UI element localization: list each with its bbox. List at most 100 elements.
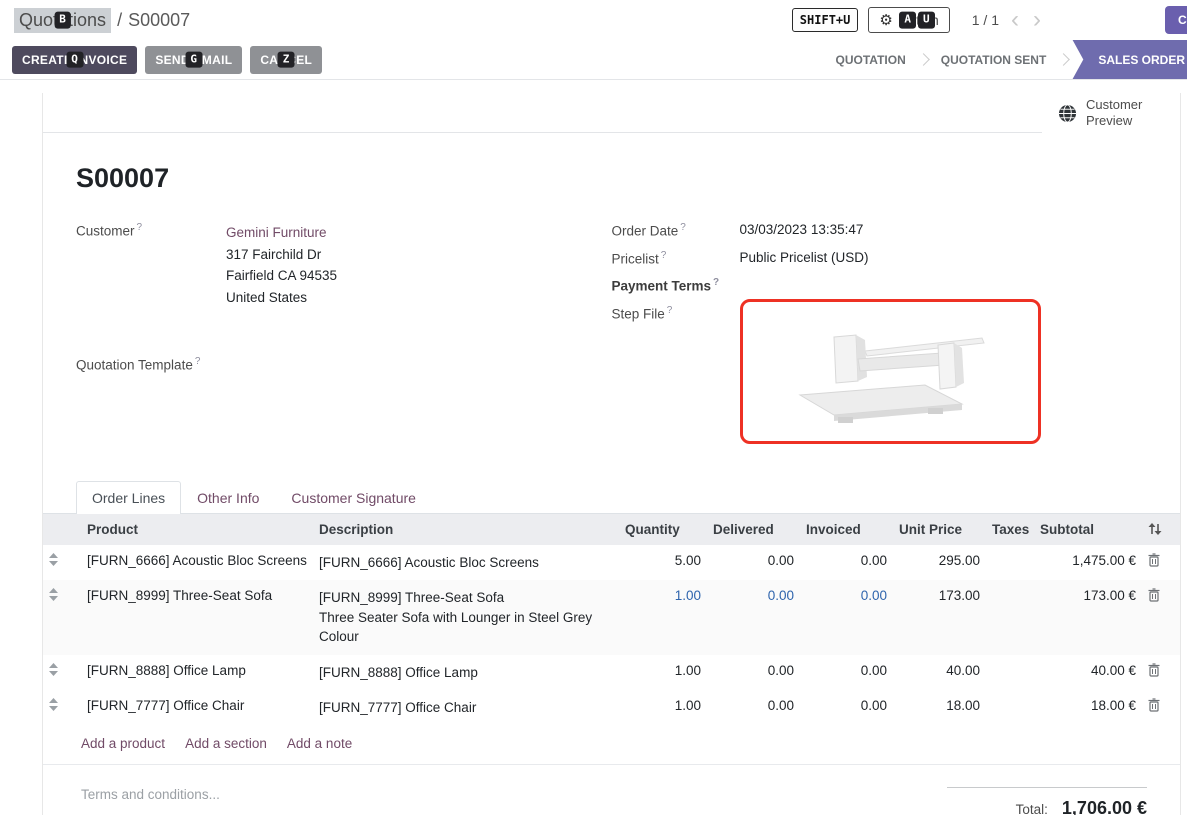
column-header-quantity[interactable]: Quantity — [619, 514, 707, 545]
stage-quotation-sent[interactable]: QUOTATION SENT — [928, 53, 1060, 67]
tab-customer-signature[interactable]: Customer Signature — [275, 481, 432, 514]
cell-taxes[interactable] — [986, 580, 1034, 655]
breadcrumb-current: S00007 — [128, 10, 190, 31]
cell-invoiced[interactable]: 0.00 — [800, 580, 893, 655]
add-section-link[interactable]: Add a section — [185, 736, 267, 751]
cell-quantity[interactable]: 1.00 — [619, 655, 707, 691]
corner-clipped-button[interactable]: Ci — [1165, 6, 1187, 34]
column-header-description[interactable]: Description — [313, 514, 619, 545]
cell-unit-price[interactable]: 40.00 — [893, 655, 986, 691]
cell-description[interactable]: [FURN_8888] Office Lamp — [313, 655, 619, 691]
step-file-3d-preview[interactable] — [770, 315, 1010, 427]
send-email-button[interactable]: SEND EMAIL G — [145, 46, 242, 74]
shortcut-badge-b: B — [54, 12, 71, 29]
add-product-link[interactable]: Add a product — [81, 736, 165, 751]
cell-delivered[interactable]: 0.00 — [707, 655, 800, 691]
field-customer: Customer? Gemini Furniture 317 Fairchild… — [76, 222, 612, 308]
quotation-template-label: Quotation Template? — [76, 356, 226, 373]
column-header-subtotal[interactable]: Subtotal — [1034, 514, 1142, 545]
help-icon: ? — [713, 277, 719, 288]
cell-product[interactable]: [FURN_8888] Office Lamp — [81, 655, 313, 691]
order-date-value[interactable]: 03/03/2023 13:35:47 — [740, 222, 864, 239]
cell-taxes[interactable] — [986, 655, 1034, 691]
delete-line-button[interactable] — [1142, 545, 1180, 581]
delete-line-button[interactable] — [1142, 690, 1180, 726]
cell-invoiced[interactable]: 0.00 — [800, 545, 893, 581]
cell-invoiced[interactable]: 0.00 — [800, 690, 893, 726]
customer-preview-button[interactable]: Customer Preview — [1042, 93, 1180, 133]
order-line-row[interactable]: [FURN_8999] Three-Seat Sofa [FURN_8999] … — [43, 580, 1180, 655]
create-invoice-button[interactable]: CREATE INVOICE Q — [12, 46, 137, 74]
field-order-date: Order Date? 03/03/2023 13:35:47 — [612, 222, 1148, 239]
cell-taxes[interactable] — [986, 690, 1034, 726]
cell-quantity[interactable]: 5.00 — [619, 545, 707, 581]
drag-handle-icon — [49, 698, 58, 711]
cell-product[interactable]: [FURN_8999] Three-Seat Sofa — [81, 580, 313, 655]
tab-other-info[interactable]: Other Info — [181, 481, 275, 514]
tab-order-lines[interactable]: Order Lines — [76, 481, 181, 514]
column-header-unit-price[interactable]: Unit Price — [893, 514, 986, 545]
cell-quantity[interactable]: 1.00 — [619, 690, 707, 726]
delete-line-button[interactable] — [1142, 580, 1180, 655]
drag-handle[interactable] — [43, 580, 81, 655]
customer-link[interactable]: Gemini Furniture — [226, 222, 337, 244]
cell-description[interactable]: [FURN_8999] Three-Seat Sofa Three Seater… — [313, 580, 619, 655]
column-header-invoiced[interactable]: Invoiced — [800, 514, 893, 545]
control-panel: Quotations B / S00007 SHIFT+U ⚙ Action A… — [0, 0, 1187, 40]
help-icon: ? — [137, 222, 143, 233]
cell-taxes[interactable] — [986, 545, 1034, 581]
optional-columns-toggle[interactable] — [1142, 514, 1180, 545]
cell-quantity[interactable]: 1.00 — [619, 580, 707, 655]
cell-unit-price[interactable]: 18.00 — [893, 690, 986, 726]
customer-address-line3: United States — [226, 287, 337, 309]
breadcrumb-quotations[interactable]: Quotations B — [14, 8, 111, 33]
breadcrumb-separator: / — [117, 10, 122, 31]
order-line-row[interactable]: [FURN_6666] Acoustic Bloc Screens [FURN_… — [43, 545, 1180, 581]
list-footer-links: Add a product Add a section Add a note — [43, 726, 1180, 765]
terms-and-conditions-input[interactable]: Terms and conditions... — [81, 787, 220, 802]
cell-delivered[interactable]: 0.00 — [707, 580, 800, 655]
cell-invoiced[interactable]: 0.00 — [800, 655, 893, 691]
field-pricelist: Pricelist? Public Pricelist (USD) — [612, 250, 1148, 267]
action-menu-button[interactable]: ⚙ Action A U — [868, 7, 949, 33]
delete-line-button[interactable] — [1142, 655, 1180, 691]
action-shortcut-badges: A U — [899, 12, 934, 29]
drag-handle[interactable] — [43, 655, 81, 691]
order-line-row[interactable]: [FURN_8888] Office Lamp [FURN_8888] Offi… — [43, 655, 1180, 691]
trash-icon — [1148, 663, 1160, 677]
form-body: S00007 Customer? Gemini Furniture 317 Fa… — [43, 133, 1180, 455]
add-note-link[interactable]: Add a note — [287, 736, 352, 751]
column-header-taxes[interactable]: Taxes — [986, 514, 1034, 545]
pricelist-value[interactable]: Public Pricelist (USD) — [740, 250, 869, 267]
field-quotation-template: Quotation Template? — [76, 356, 612, 373]
cell-description[interactable]: [FURN_7777] Office Chair — [313, 690, 619, 726]
pager-previous-button[interactable]: ‹ — [1009, 8, 1021, 32]
cell-product[interactable]: [FURN_6666] Acoustic Bloc Screens — [81, 545, 313, 581]
form-right-column: Order Date? 03/03/2023 13:35:47 Pricelis… — [612, 222, 1148, 455]
shortcut-badge-u: U — [918, 12, 935, 29]
cancel-button[interactable]: CANCEL Z — [250, 46, 322, 74]
cell-unit-price[interactable]: 173.00 — [893, 580, 986, 655]
cell-description[interactable]: [FURN_6666] Acoustic Bloc Screens — [313, 545, 619, 581]
help-icon: ? — [661, 250, 667, 261]
stage-sales-order[interactable]: SALES ORDER — [1072, 40, 1187, 80]
shortcut-badge-q: Q — [66, 51, 83, 68]
action-buttons: CREATE INVOICE Q SEND EMAIL G CANCEL Z — [12, 46, 322, 74]
stage-quotation[interactable]: QUOTATION — [823, 53, 919, 67]
cell-unit-price[interactable]: 295.00 — [893, 545, 986, 581]
drag-handle[interactable] — [43, 545, 81, 581]
column-header-delivered[interactable]: Delivered — [707, 514, 800, 545]
cell-product[interactable]: [FURN_7777] Office Chair — [81, 690, 313, 726]
help-icon: ? — [195, 356, 201, 367]
cell-delivered[interactable]: 0.00 — [707, 545, 800, 581]
trash-icon — [1148, 588, 1160, 602]
drag-handle[interactable] — [43, 690, 81, 726]
breadcrumb: Quotations B / S00007 — [14, 8, 190, 33]
pager-next-button[interactable]: › — [1031, 8, 1043, 32]
order-line-row[interactable]: [FURN_7777] Office Chair [FURN_7777] Off… — [43, 690, 1180, 726]
sheet-topbar: Customer Preview — [43, 93, 1180, 133]
cell-delivered[interactable]: 0.00 — [707, 690, 800, 726]
drag-handle-icon — [49, 553, 58, 566]
total-box: Total: 1,706.00 € — [947, 787, 1147, 815]
column-header-product[interactable]: Product — [81, 514, 313, 545]
